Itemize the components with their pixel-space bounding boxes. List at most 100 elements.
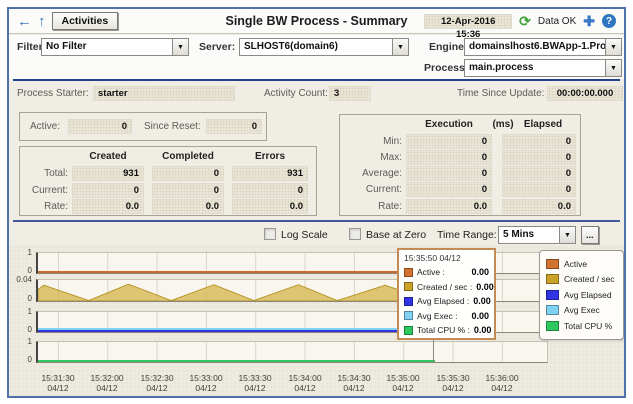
- engine-label: Engine:: [429, 41, 468, 53]
- base-at-zero-checkbox[interactable]: [349, 228, 361, 240]
- legend-item: Total CPU %: [546, 318, 617, 334]
- rate-exec-row-label: Rate:: [378, 201, 402, 212]
- rate-completed: 0.0: [152, 199, 224, 214]
- filter-select[interactable]: No Filter ▼: [41, 38, 189, 56]
- legend-item: Avg Exec: [546, 303, 617, 319]
- server-select[interactable]: SLHOST6(domain6) ▼: [239, 38, 409, 56]
- chevron-down-icon[interactable]: ▼: [559, 227, 575, 243]
- x-tick: 15:34:30 04/12: [337, 373, 371, 393]
- y-label: 1: [27, 248, 32, 257]
- tooltip-row: Avg Elapsed :0.00: [404, 294, 491, 309]
- y-label: 0: [27, 294, 32, 303]
- y-label: 0: [27, 266, 32, 275]
- y-label: 1: [27, 307, 32, 316]
- current-errors: 0: [232, 183, 308, 198]
- created-column-header: Created: [89, 151, 127, 162]
- activities-button[interactable]: Activities: [51, 12, 119, 30]
- header-right-group: 12-Apr-2016 15:36 ⟳ Data OK ✚ ?: [424, 13, 616, 40]
- y-label: 0.04: [16, 275, 32, 284]
- x-tick: 15:32:00 04/12: [90, 373, 124, 393]
- total-errors: 931: [232, 166, 308, 181]
- avg-elapsed-color-chip: [546, 289, 559, 300]
- section-divider: [13, 79, 620, 81]
- errors-column-header: Errors: [254, 151, 285, 162]
- time-range-label: Time Range:: [437, 229, 497, 241]
- chevron-down-icon[interactable]: ▼: [605, 39, 621, 55]
- since-reset-value: 0: [206, 119, 262, 134]
- y-label: 1: [27, 337, 32, 346]
- average-row-label: Average:: [362, 168, 402, 179]
- process-starter-value: starter: [93, 86, 235, 101]
- max-execution: 0: [406, 150, 492, 165]
- current-elapsed: 0: [502, 182, 576, 197]
- scroll-left-button[interactable]: ◄: [34, 396, 46, 398]
- average-elapsed: 0: [502, 166, 576, 181]
- process-label: Process:: [424, 62, 469, 74]
- active-color-chip: [546, 258, 559, 269]
- min-row-label: Min:: [383, 136, 402, 147]
- time-range-select[interactable]: 5 Mins ▼: [498, 226, 576, 244]
- refresh-icon[interactable]: ⟳: [519, 13, 531, 30]
- avg-exec-series-line: [38, 328, 435, 330]
- chevron-down-icon[interactable]: ▼: [605, 60, 621, 76]
- rate-elapsed: 0.0: [502, 199, 576, 214]
- counters-groupbox: Created Completed Errors Total: 931 0 93…: [19, 146, 317, 216]
- more-options-button[interactable]: ...: [581, 226, 599, 244]
- active-color-chip: [404, 267, 413, 277]
- tooltip-row: Active :0.00: [404, 265, 489, 280]
- back-arrow-icon[interactable]: ←: [17, 14, 32, 29]
- x-tick: 15:34:00 04/12: [288, 373, 322, 393]
- engine-value: domainslhost6.BWApp-1.Procs: [469, 41, 605, 52]
- engine-select[interactable]: domainslhost6.BWApp-1.Procs ▼: [464, 38, 622, 56]
- average-execution: 0: [406, 166, 492, 181]
- since-reset-label: Since Reset:: [144, 121, 201, 132]
- activity-count-value: 3: [329, 86, 371, 101]
- server-label: Server:: [199, 41, 236, 53]
- tooltip-row: Created / sec :0.00: [404, 280, 494, 295]
- x-tick: 15:32:30 04/12: [140, 373, 174, 393]
- elapsed-column-header: Elapsed: [523, 119, 563, 130]
- chevron-down-icon[interactable]: ▼: [172, 39, 188, 55]
- rate-errors: 0.0: [232, 199, 308, 214]
- server-value: SLHOST6(domain6): [244, 41, 338, 52]
- current-created: 0: [72, 183, 144, 198]
- completed-column-header: Completed: [162, 151, 214, 162]
- legend-item: Created / sec: [546, 272, 617, 288]
- help-icon[interactable]: ?: [602, 14, 616, 28]
- total-completed: 0: [152, 166, 224, 181]
- y-label: 0: [27, 355, 32, 364]
- add-icon[interactable]: ✚: [583, 13, 595, 30]
- chart-canvas: 1 0 0.04 0 1 0 1 0 15:31:30 04/12 15:32:0…: [9, 245, 624, 398]
- min-execution: 0: [406, 134, 492, 149]
- max-row-label: Max:: [380, 152, 402, 163]
- process-select[interactable]: main.process ▼: [464, 59, 622, 77]
- x-tick: 15:33:30 04/12: [238, 373, 272, 393]
- legend-item: Active: [546, 256, 617, 272]
- x-tick: 15:31:30 04/12: [41, 373, 75, 393]
- active-label: Active:: [30, 121, 61, 132]
- avg-exec-color-chip: [546, 305, 559, 316]
- current-row-label: Current:: [31, 185, 68, 196]
- min-elapsed: 0: [502, 134, 576, 149]
- scroll-right-button[interactable]: ►: [549, 396, 561, 398]
- scrollbar-thumb[interactable]: III: [490, 396, 546, 398]
- status-badge: Data OK: [537, 15, 577, 27]
- x-tick: 15:36:00 04/12: [485, 373, 519, 393]
- process-starter-label: Process Starter:: [17, 88, 89, 99]
- x-tick: 15:33:00 04/12: [189, 373, 223, 393]
- chevron-down-icon[interactable]: ▼: [392, 39, 408, 55]
- active-value: 0: [68, 119, 132, 134]
- active-groupbox: Active: 0 Since Reset: 0: [19, 112, 267, 141]
- execution-groupbox: Execution (ms) Elapsed Min: 0 0 Max: 0 0…: [339, 114, 581, 216]
- y-label: 0: [27, 325, 32, 334]
- avg-elapsed-color-chip: [404, 296, 413, 306]
- app-window: ← ↑ Activities Single BW Process - Summa…: [7, 7, 626, 398]
- up-arrow-icon[interactable]: ↑: [38, 14, 46, 29]
- header-bar: ← ↑ Activities Single BW Process - Summa…: [9, 9, 624, 40]
- current-completed: 0: [152, 183, 224, 198]
- time-since-update-label: Time Since Update:: [457, 88, 545, 99]
- total-cpu-color-chip: [404, 325, 413, 335]
- log-scale-checkbox[interactable]: [264, 228, 276, 240]
- legend-item: Avg Elapsed: [546, 287, 617, 303]
- total-row-label: Total:: [44, 168, 68, 179]
